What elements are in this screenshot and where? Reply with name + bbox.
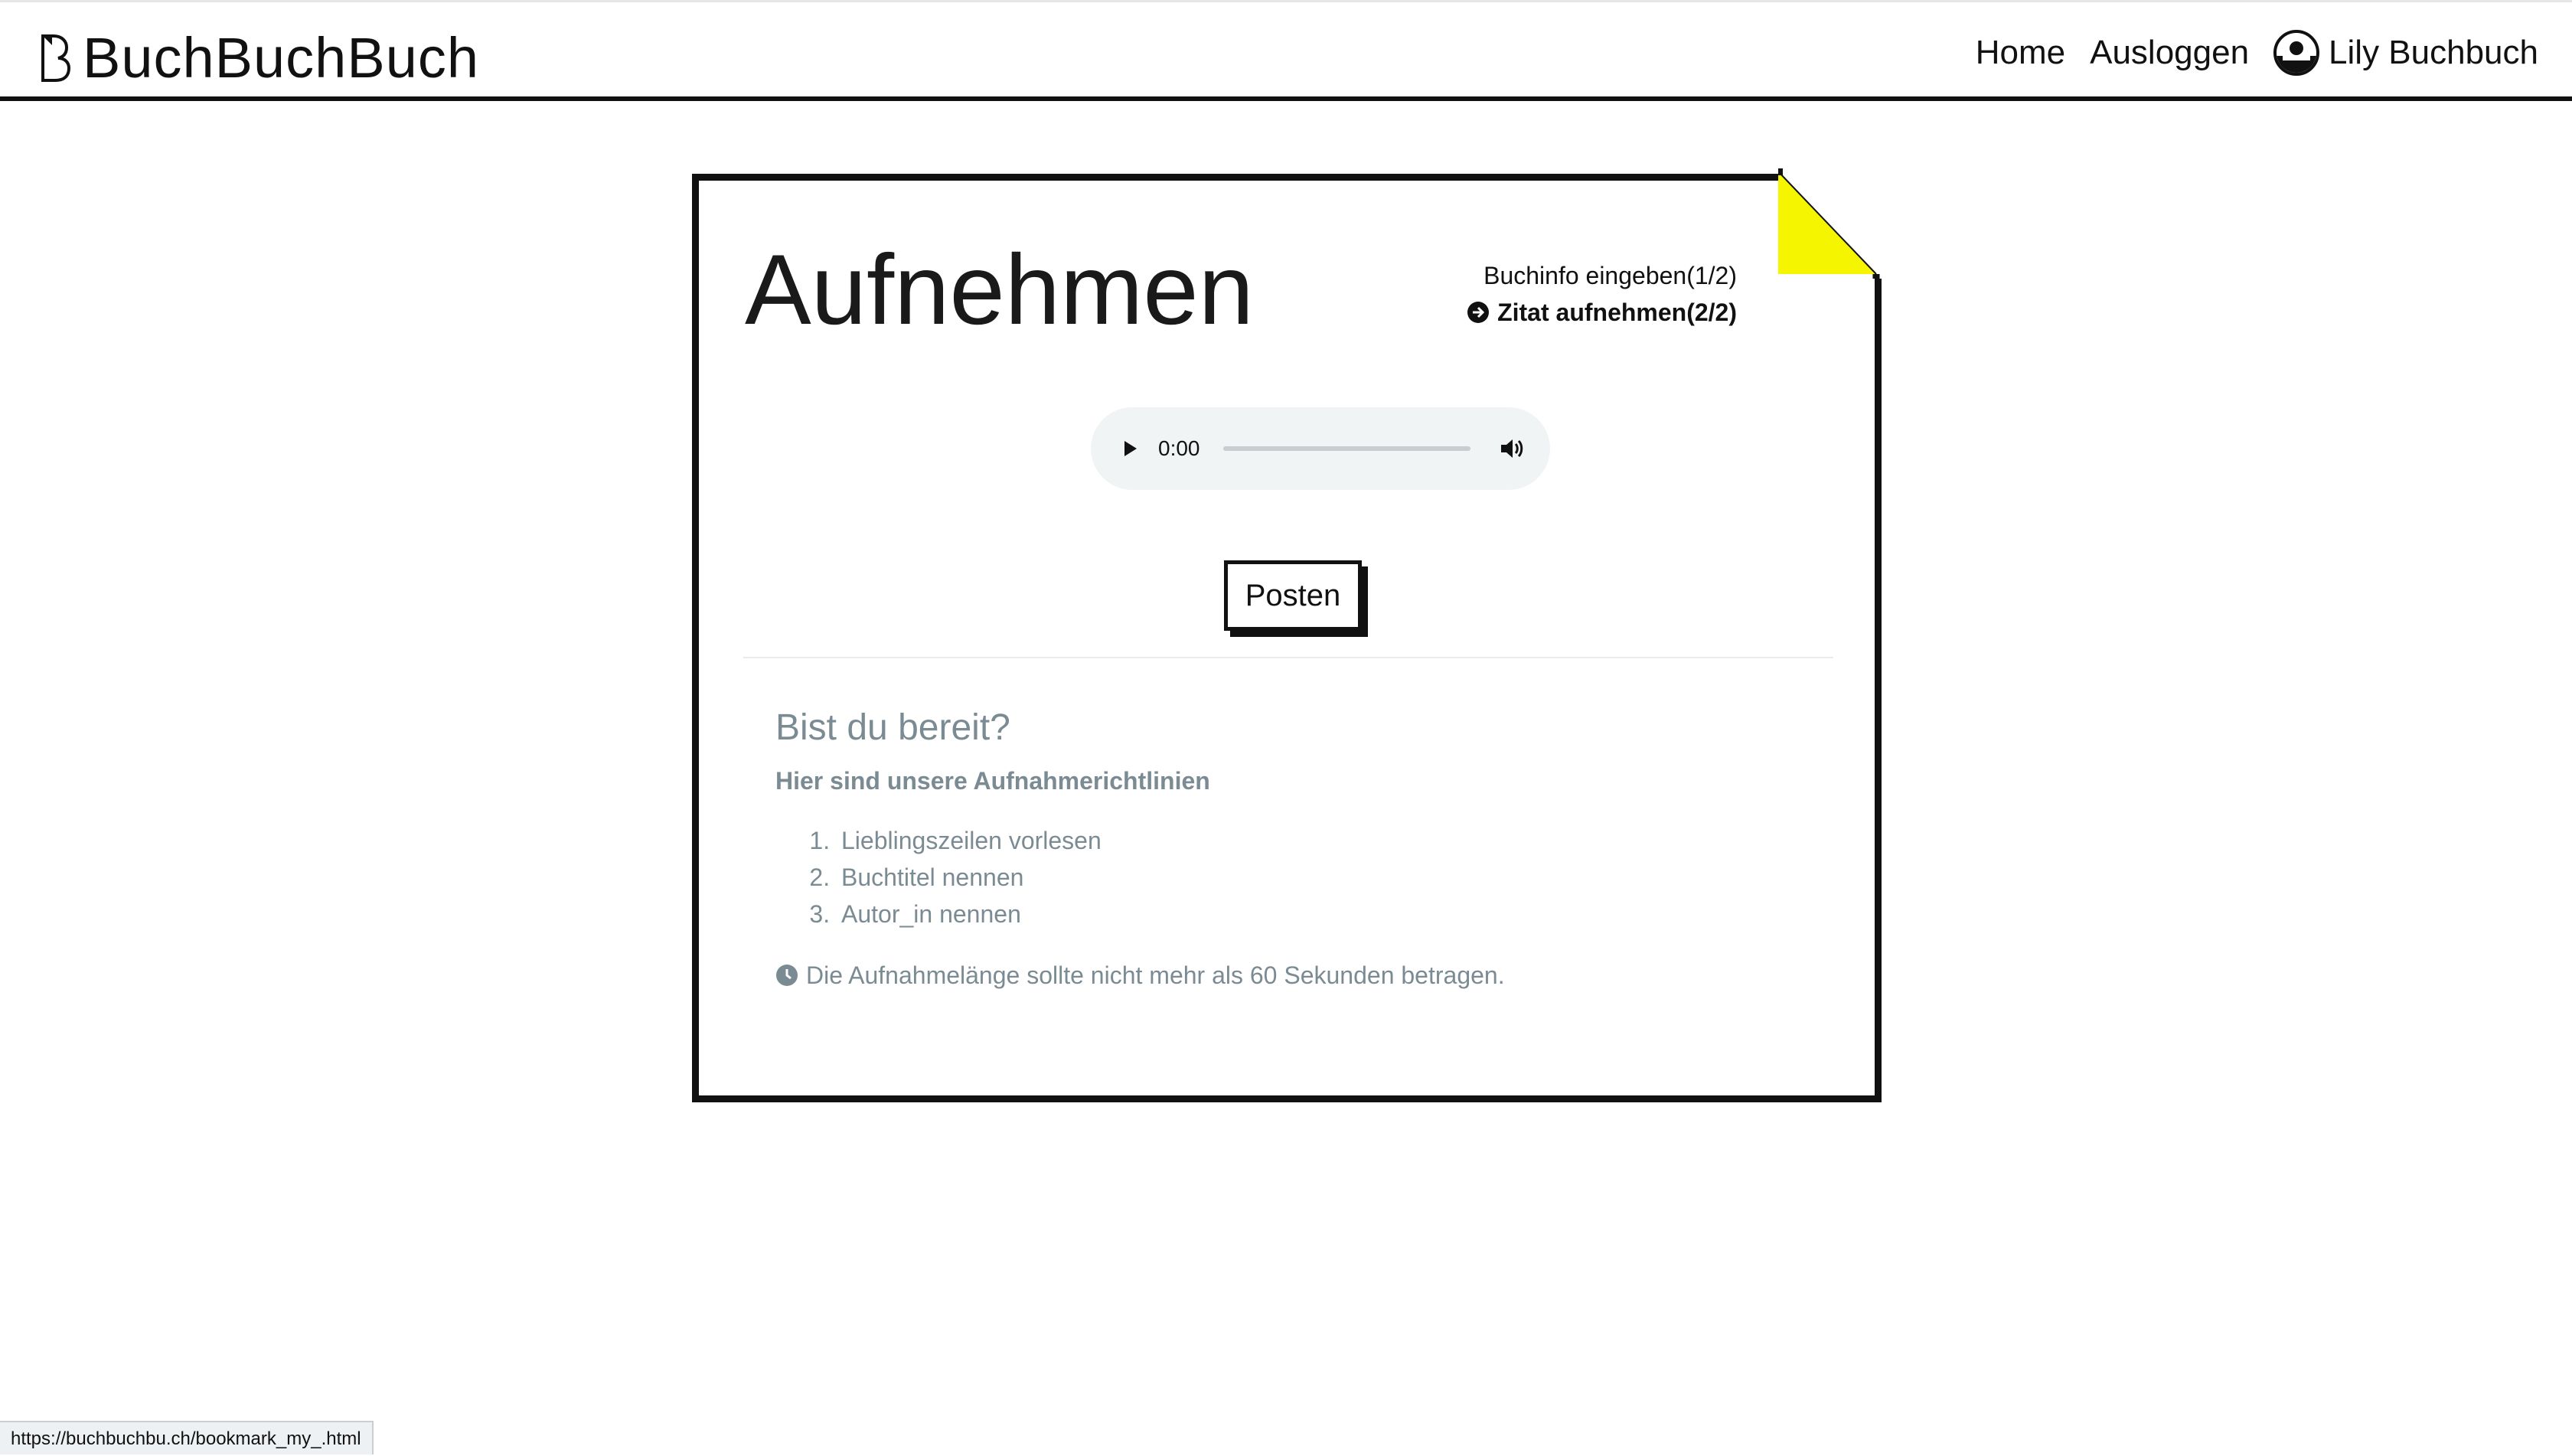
- nav-home-link[interactable]: Home: [1976, 28, 2065, 77]
- arrow-circle-right-icon: [1467, 302, 1490, 323]
- step-indicator: Buchinfo eingeben(1/2) Zitat aufnehmen(2…: [1467, 257, 1737, 331]
- audio-time: 0:00: [1158, 436, 1200, 460]
- divider: [743, 657, 1833, 658]
- folded-corner-decoration: [1778, 168, 1888, 279]
- guidelines-list: Lieblingszeilen vorlesen Buchtitel nenne…: [775, 822, 1771, 932]
- step-buchinfo[interactable]: Buchinfo eingeben(1/2): [1467, 257, 1737, 294]
- list-item: Lieblingszeilen vorlesen: [837, 822, 1771, 859]
- brand-link[interactable]: BuchBuchBuch: [38, 24, 479, 93]
- audio-progress-track[interactable]: [1222, 446, 1470, 451]
- record-card: Aufnehmen Buchinfo eingeben(1/2) Zitat a…: [692, 174, 1882, 1102]
- volume-icon[interactable]: [1497, 433, 1527, 464]
- clock-icon: [776, 965, 798, 986]
- recording-guidelines: Bist du bereit? Hier sind unsere Aufnahm…: [775, 701, 1771, 994]
- duration-note-text: Die Aufnahmelänge sollte nicht mehr als …: [806, 961, 1505, 989]
- post-button[interactable]: Posten: [1224, 560, 1362, 631]
- play-icon[interactable]: [1118, 437, 1141, 460]
- list-item: Autor_in nennen: [837, 896, 1771, 932]
- guidelines-title: Bist du bereit?: [775, 707, 1010, 748]
- duration-note: Die Aufnahmelänge sollte nicht mehr als …: [775, 957, 1771, 994]
- book-logo-icon: [41, 34, 71, 82]
- avatar: [2273, 30, 2320, 76]
- top-navbar: BuchBuchBuch Home Ausloggen Lily Buchbuc…: [0, 0, 2572, 101]
- brand-name: BuchBuchBuch: [83, 26, 480, 90]
- user-name: Lily Buchbuch: [2329, 34, 2538, 71]
- list-item: Buchtitel nennen: [837, 859, 1771, 896]
- nav-logout-link[interactable]: Ausloggen: [2090, 28, 2249, 77]
- user-avatar-icon: [2277, 41, 2317, 73]
- user-profile-link[interactable]: Lily Buchbuch: [2273, 28, 2538, 77]
- step-zitat-aufnehmen[interactable]: Zitat aufnehmen(2/2): [1467, 294, 1737, 331]
- step-label: Zitat aufnehmen(2/2): [1497, 299, 1737, 326]
- status-bar-url: https://buchbuchbu.ch/bookmark_my_.html: [0, 1421, 374, 1454]
- page-title: Aufnehmen: [745, 233, 1254, 345]
- guidelines-subtitle: Hier sind unsere Aufnahmerichtlinien: [775, 767, 1210, 795]
- nav-links: Home Ausloggen Lily Buchbuch: [1951, 28, 2538, 77]
- audio-player: 0:00: [1091, 407, 1550, 490]
- step-label: Buchinfo eingeben(1/2): [1483, 262, 1737, 289]
